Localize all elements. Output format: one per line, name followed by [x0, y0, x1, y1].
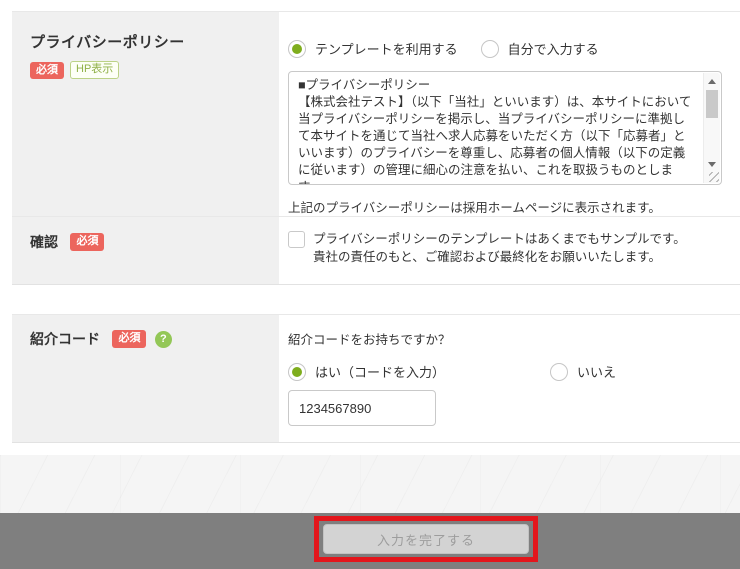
confirm-content-cell: プライバシーポリシーのテンプレートはあくまでもサンプルです。 貴社の責任のもと、… [279, 217, 740, 284]
scrollbar-thumb[interactable] [706, 90, 718, 118]
referral-content-cell: 紹介コードをお持ちですか？ はい（コードを入力） いいえ [279, 315, 740, 442]
scroll-down-icon[interactable] [704, 157, 720, 171]
confirm-label: 確認 [30, 234, 58, 250]
confirm-checkbox[interactable] [288, 231, 305, 248]
privacy-policy-textarea[interactable]: ■プライバシーポリシー 【株式会社テスト】（以下「当社」といいます）は、本サイト… [288, 71, 722, 185]
radio-unselected-icon[interactable] [480, 39, 499, 58]
referral-code-label: 紹介コード [30, 331, 100, 347]
privacy-policy-label-cell: プライバシーポリシー 必須 HP表示 [12, 12, 279, 216]
textarea-scrollbar[interactable] [703, 73, 720, 183]
form-area: プライバシーポリシー 必須 HP表示 テンプレートを利用する 自分で入力する ■… [12, 11, 740, 443]
pattern-strip [0, 455, 740, 513]
required-badge: 必須 [30, 61, 64, 79]
submit-button[interactable]: 入力を完了する [323, 524, 529, 554]
radio-self-input[interactable]: 自分で入力する [480, 39, 599, 58]
confirm-text: プライバシーポリシーのテンプレートはあくまでもサンプルです。 貴社の責任のもと、… [313, 230, 686, 266]
required-badge: 必須 [112, 330, 147, 348]
radio-selected-icon[interactable] [288, 39, 306, 58]
privacy-note: 上記のプライバシーポリシーは採用ホームページに表示されます。 [288, 201, 661, 215]
radio-use-template-label: テンプレートを利用する [315, 42, 458, 57]
confirm-label-cell: 確認 必須 [12, 217, 279, 284]
radio-no[interactable]: いいえ [550, 362, 616, 381]
radio-unselected-icon[interactable] [550, 362, 569, 381]
privacy-policy-label: プライバシーポリシー [30, 34, 185, 51]
referral-question: 紹介コードをお持ちですか？ [288, 333, 451, 347]
radio-use-template[interactable]: テンプレートを利用する [288, 39, 458, 58]
radio-yes[interactable]: はい（コードを入力） [288, 362, 445, 381]
confirm-text-line2: 貴社の責任のもと、ご確認および最終化をお願いいたします。 [313, 250, 662, 264]
hp-display-badge: HP表示 [70, 61, 120, 80]
scroll-up-icon[interactable] [704, 74, 720, 88]
radio-selected-icon[interactable] [288, 362, 306, 381]
referral-radio-group: はい（コードを入力） いいえ [288, 362, 722, 381]
annotation-highlight: 入力を完了する [314, 516, 538, 562]
referral-block: 紹介コード 必須 ? 紹介コードをお持ちですか？ はい（コードを入力） いいえ [12, 314, 740, 443]
referral-code-input[interactable] [288, 390, 436, 426]
privacy-block: プライバシーポリシー 必須 HP表示 テンプレートを利用する 自分で入力する ■… [12, 11, 740, 285]
privacy-policy-content-cell: テンプレートを利用する 自分で入力する ■プライバシーポリシー 【株式会社テスト… [279, 12, 740, 216]
privacy-policy-row: プライバシーポリシー 必須 HP表示 テンプレートを利用する 自分で入力する ■… [12, 12, 740, 216]
confirm-text-line1: プライバシーポリシーのテンプレートはあくまでもサンプルです。 [313, 232, 686, 246]
help-icon[interactable]: ? [154, 330, 172, 348]
referral-code-row: 紹介コード 必須 ? 紹介コードをお持ちですか？ はい（コードを入力） いいえ [12, 315, 740, 442]
radio-no-label: いいえ [577, 365, 617, 380]
required-badge: 必須 [70, 233, 105, 251]
privacy-policy-text: ■プライバシーポリシー 【株式会社テスト】（以下「当社」といいます）は、本サイト… [298, 78, 692, 184]
privacy-method-radio-group: テンプレートを利用する 自分で入力する [288, 12, 722, 58]
referral-label-cell: 紹介コード 必須 ? [12, 315, 279, 442]
radio-self-input-label: 自分で入力する [507, 42, 599, 57]
resize-handle-icon[interactable] [709, 172, 719, 182]
radio-yes-label: はい（コードを入力） [315, 365, 446, 380]
confirm-row: 確認 必須 プライバシーポリシーのテンプレートはあくまでもサンプルです。 貴社の… [12, 216, 740, 284]
